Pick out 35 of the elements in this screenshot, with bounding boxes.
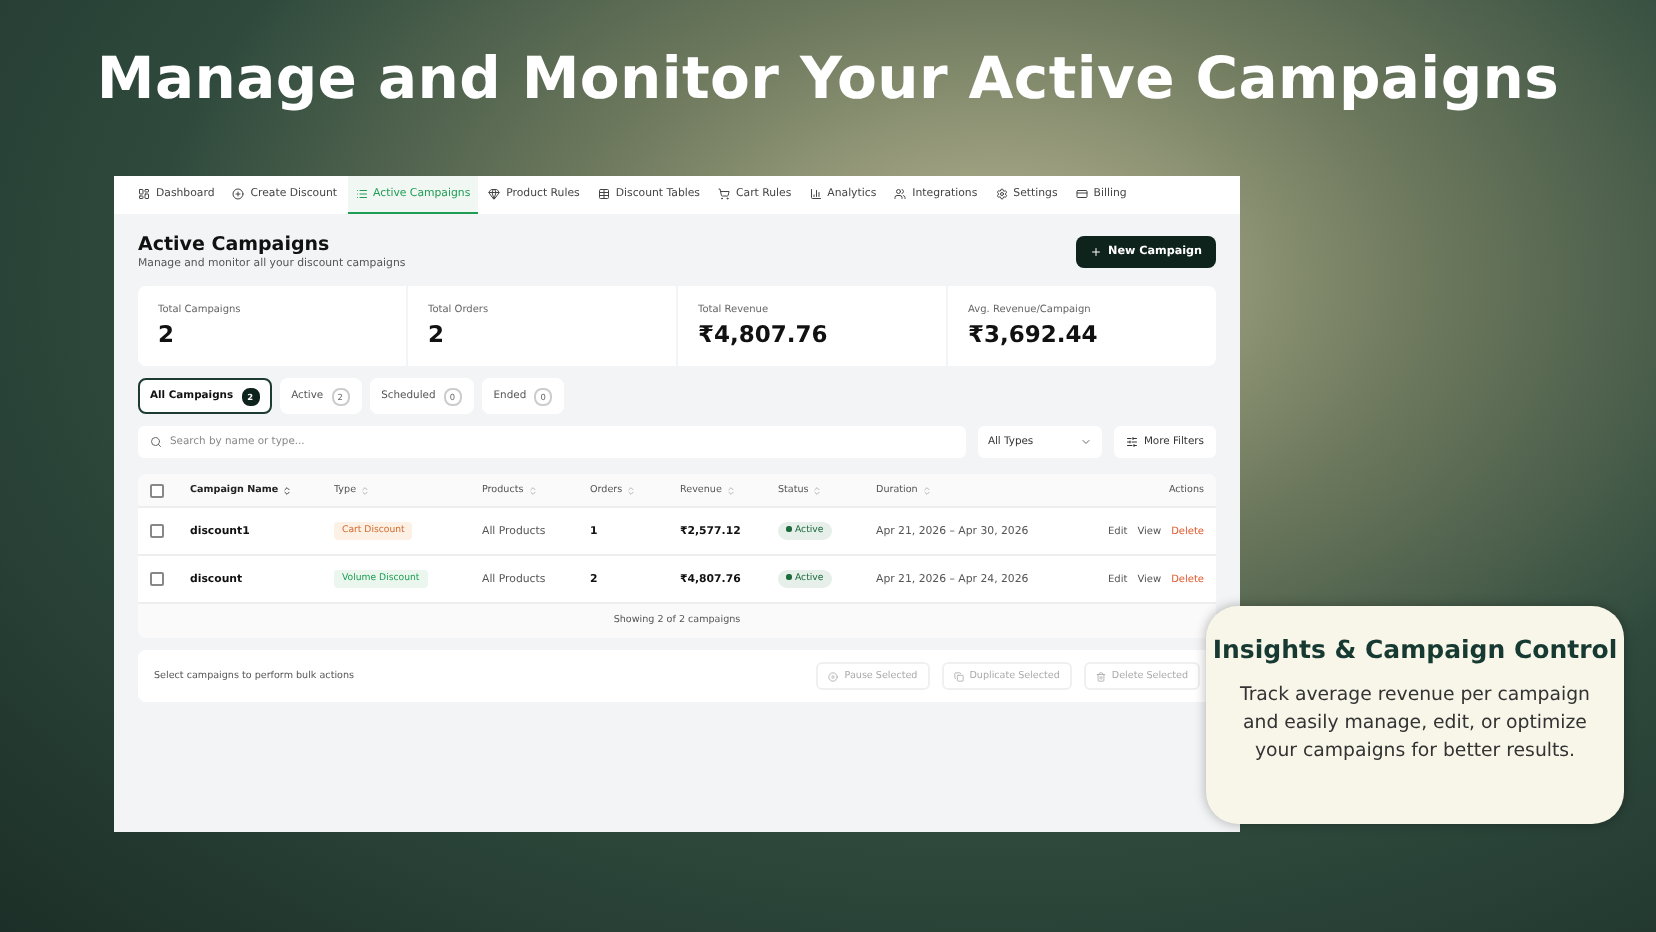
row-checkbox[interactable] bbox=[150, 572, 164, 586]
users-icon bbox=[894, 188, 907, 200]
row-checkbox[interactable] bbox=[150, 524, 164, 538]
stat-value: 2 bbox=[428, 320, 447, 348]
cart-icon bbox=[718, 188, 730, 200]
stat-value: ₹3,692.44 bbox=[968, 320, 1100, 348]
table-icon bbox=[597, 188, 610, 200]
sort-icon bbox=[812, 485, 823, 495]
search-icon bbox=[150, 436, 162, 448]
pause-icon bbox=[828, 671, 839, 681]
sort-icon bbox=[725, 485, 736, 495]
sort-icon bbox=[360, 485, 371, 495]
grid-icon bbox=[138, 188, 150, 200]
sort-icon bbox=[527, 485, 538, 495]
stat-value: ₹4,807.76 bbox=[698, 320, 830, 348]
trash-icon bbox=[1095, 671, 1106, 681]
plus-circle-icon bbox=[232, 188, 245, 200]
chevron-icon bbox=[1079, 436, 1092, 448]
stat-value: 2 bbox=[158, 320, 177, 348]
sort-icon bbox=[282, 485, 293, 495]
sort-icon bbox=[626, 485, 637, 495]
select-all-checkbox[interactable] bbox=[150, 483, 164, 497]
card-icon bbox=[1075, 188, 1088, 200]
gem-icon bbox=[488, 188, 501, 200]
callout-title: Insights & Campaign Control bbox=[1212, 634, 1618, 664]
callout-text: Track average revenue per campaign and easily manage, edit, or optimize your campaigns for better results. bbox=[1237, 682, 1592, 766]
bar-chart-icon bbox=[809, 188, 822, 200]
sort-icon bbox=[921, 485, 932, 495]
settings-icon bbox=[995, 188, 1008, 200]
plus-icon bbox=[1090, 246, 1103, 258]
list-icon bbox=[355, 188, 368, 200]
copy-icon bbox=[953, 671, 964, 681]
page-title: Active Campaigns bbox=[138, 234, 332, 256]
sliders-icon bbox=[1125, 436, 1138, 448]
headline: Manage and Monitor Your Active Campaigns bbox=[94, 44, 1562, 116]
